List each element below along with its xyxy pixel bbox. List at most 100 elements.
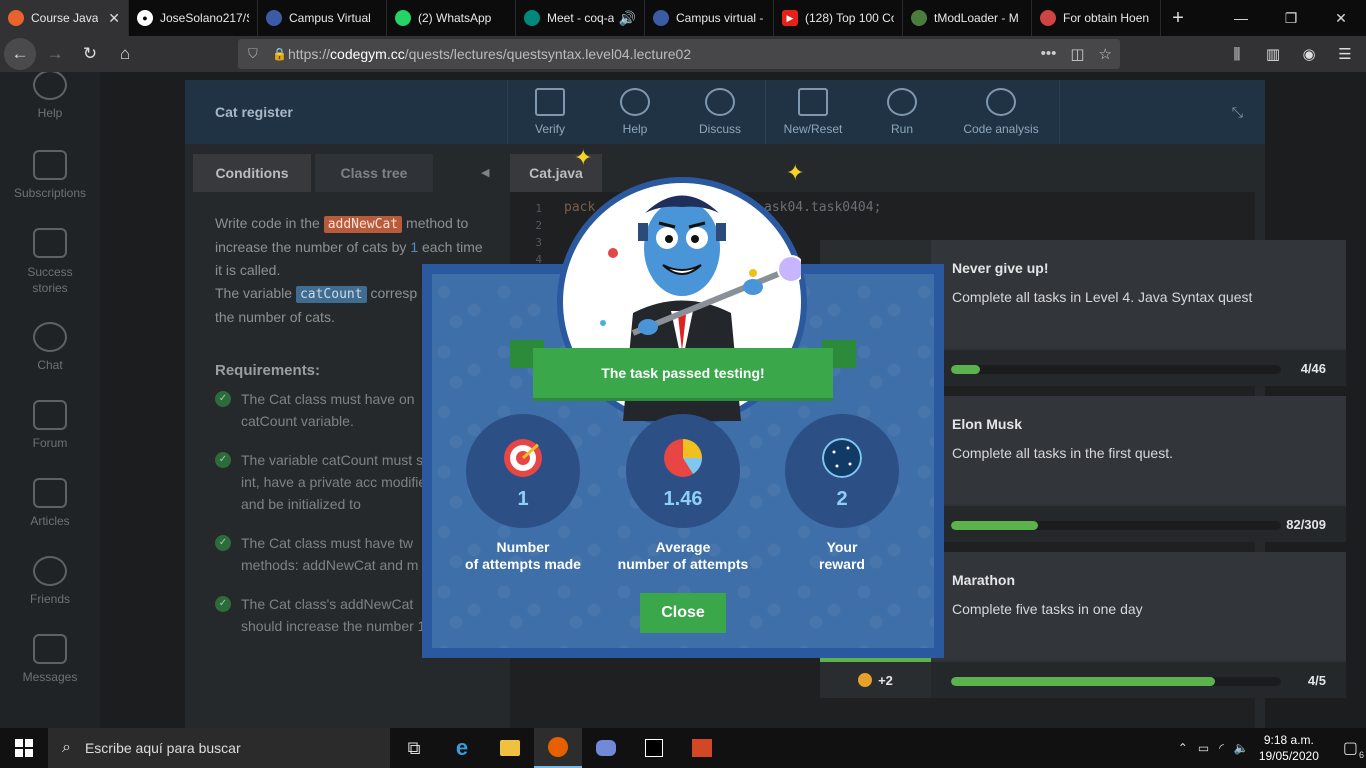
home-icon[interactable]: ⌂ [109,38,141,70]
achievement-name: Elon Musk [952,416,1023,432]
tab-label: tModLoader - M [934,11,1019,25]
browser-tab[interactable]: tModLoader - M [903,0,1032,36]
achievement-desc: Complete all tasks in the first quest. [952,445,1173,461]
browser-tab[interactable]: Campus Virtual [258,0,387,36]
achievement-desc: Complete all tasks in Level 4. Java Synt… [952,289,1253,305]
browser-tab[interactable]: (2) WhatsApp [387,0,516,36]
intellij-icon[interactable] [630,728,678,768]
browser-tab[interactable]: Course Java ✕ [0,0,129,36]
meet-favicon-icon [524,10,540,26]
close-tab-icon[interactable]: ✕ [108,10,120,27]
expand-icon[interactable]: ⤡ [1232,104,1243,121]
run-button[interactable]: Run [862,88,942,136]
menu-icon[interactable]: ☰ [1332,40,1358,68]
tab-label: Meet - coq-a [547,11,615,25]
firefox-icon[interactable] [534,728,582,768]
nav-item-friends[interactable]: Friends [0,556,100,606]
taskbar-search[interactable]: ⌕ Escribe aquí para buscar [48,728,390,768]
browser-tab[interactable]: ● JoseSolano217/S [129,0,258,36]
collapse-icon[interactable]: ◀ [481,166,489,179]
progress-track [951,365,1281,374]
stat-label-line: reward [819,556,865,572]
battery-icon[interactable]: ▭ [1198,741,1209,755]
shield-icon[interactable]: ⛉ [248,46,258,62]
nav-label: Help [37,106,63,120]
browser-tab[interactable]: For obtain Hoen [1032,0,1161,36]
achievement-desc: Complete five tasks in one day [952,601,1143,617]
lock-icon[interactable]: 🔒 [272,47,287,61]
number-token: 1 [410,239,419,255]
reset-button[interactable]: New/Reset [773,88,853,136]
chevron-up-icon[interactable]: ⌃ [1178,741,1188,755]
nav-item-success-stories[interactable]: Success stories [0,228,100,296]
nav-item-help[interactable]: Help [0,72,100,120]
nav-item-articles[interactable]: Articles [0,478,100,528]
help-button[interactable]: Help [595,88,675,136]
sidebar-icon[interactable]: ▥ [1260,40,1286,68]
code-token: catCount [295,286,367,303]
powerpoint-icon[interactable] [678,728,726,768]
edge-icon[interactable]: e [438,728,486,768]
start-button[interactable] [0,728,48,768]
more-actions-icon[interactable]: ••• [1041,45,1057,63]
tab-conditions[interactable]: Conditions [193,154,311,192]
library-icon[interactable]: ⫼ [1224,40,1250,68]
clock[interactable]: 9:18 a.m. 19/05/2020 [1259,732,1319,764]
envelope-icon [33,634,67,664]
new-tab-button[interactable]: + [1161,0,1195,36]
tool-label: Code analysis [963,122,1039,136]
browser-tab-bar: Course Java ✕ ● JoseSolano217/S Campus V… [0,0,1366,36]
reload-icon[interactable]: ↻ [74,38,106,70]
address-bar[interactable]: ⛉ 🔒 https://codegym.cc/quests/lectures/q… [238,39,1120,69]
forward-arrow-icon[interactable]: → [39,38,71,70]
tab-class-tree[interactable]: Class tree [315,154,433,192]
nav-item-chat[interactable]: Chat [0,322,100,372]
browser-tab[interactable]: Campus virtual - [645,0,774,36]
discuss-icon [705,88,735,116]
system-tray: ⌃ ▭ ◜ 🔈 9:18 a.m. 19/05/2020 ▢ 6 [1178,728,1366,768]
campus-favicon-icon [653,10,669,26]
verify-button[interactable]: Verify [510,88,590,136]
text: the number of cats. [215,309,335,325]
speaker-icon[interactable]: 🔊 [619,10,636,27]
notifications-icon[interactable]: ▢ 6 [1343,738,1364,760]
nav-item-messages[interactable]: Messages [0,634,100,684]
pie-chart-icon [664,439,702,477]
close-window-icon[interactable]: ✕ [1316,0,1366,36]
progress-fill [951,521,1039,530]
task-view-icon[interactable]: ⧉ [390,728,438,768]
pocket-icon[interactable]: ◫ [1070,45,1084,63]
requirement-text: The variable catCount must static int, h… [241,452,449,512]
achievement-name: Marathon [952,572,1015,588]
account-icon[interactable]: ◉ [1296,40,1322,68]
maximize-icon[interactable]: ❐ [1266,0,1316,36]
browser-tab[interactable]: ▶ (128) Top 100 Co [774,0,903,36]
nav-item-forum[interactable]: Forum [0,400,100,450]
discuss-button[interactable]: Discuss [680,88,760,136]
requirement-item: ✓ The Cat class must have on catCount va… [215,388,455,432]
bookmark-star-icon[interactable]: ☆ [1099,45,1112,63]
left-navigation: Help Subscriptions Success stories Chat … [0,72,100,728]
achievement-name: Never give up! [952,260,1049,276]
nav-label: Forum [32,436,68,450]
browser-tab[interactable]: Meet - coq-a 🔊 [516,0,645,36]
tool-label: Help [622,122,648,136]
discord-icon[interactable] [582,728,630,768]
close-button[interactable]: Close [640,593,726,633]
chat-icon [33,322,67,352]
achievement-progress: 4/5 [931,662,1346,698]
tool-label: Run [890,122,913,136]
wifi-icon[interactable]: ◜ [1219,741,1224,755]
volume-icon[interactable]: 🔈 [1234,741,1249,755]
browser-nav-bar: ← → ↻ ⌂ ⛉ 🔒 https://codegym.cc/quests/le… [0,36,1366,72]
clock-date: 19/05/2020 [1258,749,1319,763]
file-explorer-icon[interactable] [486,728,534,768]
url-text[interactable]: https://codegym.cc/quests/lectures/quest… [288,46,691,62]
line-number: 1 [535,202,542,215]
back-arrow-icon[interactable]: ← [4,38,36,70]
nav-item-subscriptions[interactable]: Subscriptions [0,150,100,200]
windows-taskbar: ⌕ Escribe aquí para buscar ⧉ e ⌃ ▭ ◜ 🔈 9… [0,728,1366,768]
code-analysis-button[interactable]: Code analysis [953,88,1049,136]
minimize-icon[interactable]: — [1216,0,1266,36]
stat-label-line: Your [826,539,858,555]
